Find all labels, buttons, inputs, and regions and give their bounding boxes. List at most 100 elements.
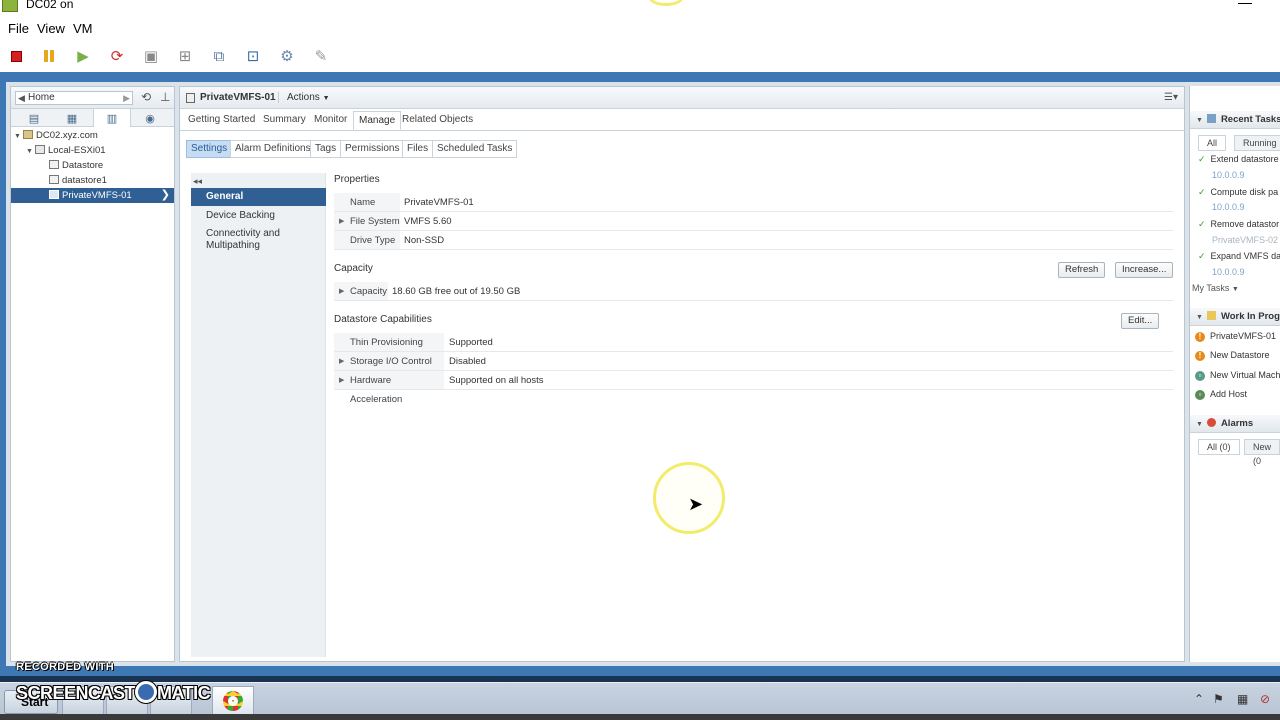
show-hidden-icons[interactable]: ⌃	[1194, 692, 1204, 706]
settings-icon[interactable]: ⚙	[277, 46, 297, 66]
work-in-progress-header[interactable]: ▼ Work In Prog	[1190, 308, 1280, 326]
subtab-tags[interactable]: Tags	[310, 140, 342, 158]
tree-item-host[interactable]: ▼ Local-ESXi01	[11, 143, 174, 158]
settings-nav-connectivity[interactable]: Connectivity and Multipathing	[191, 228, 311, 252]
collapse-caret-icon[interactable]: ▼	[1196, 314, 1203, 321]
task-target-link[interactable]: 10.0.0.9	[1190, 168, 1280, 182]
networking-tab-icon[interactable]: ◉	[131, 109, 169, 127]
wip-item[interactable]: ▫ New Virtual Mach	[1190, 368, 1280, 382]
recent-tasks-header[interactable]: ▼ Recent Tasks	[1190, 111, 1280, 129]
revert-snapshot-icon[interactable]: ⊞	[175, 46, 195, 66]
tab-related-objects[interactable]: Related Objects	[402, 114, 473, 125]
alarms-header[interactable]: ▼ Alarms	[1190, 415, 1280, 433]
task-target-link[interactable]: 10.0.0.9	[1190, 200, 1280, 214]
task-item[interactable]: ✓ Remove datastor	[1190, 217, 1280, 231]
back-arrow-icon[interactable]: ◀	[18, 92, 25, 104]
refresh-button[interactable]: Refresh	[1058, 262, 1106, 278]
home-breadcrumb[interactable]: ◀ Home ▶	[15, 91, 133, 105]
menu-view[interactable]: View	[37, 21, 65, 36]
storage-tab-icon[interactable]: ▥	[93, 109, 131, 127]
collapse-caret-icon[interactable]: ▼	[1196, 421, 1203, 428]
pin-icon[interactable]: ⊥	[160, 90, 170, 104]
subtab-alarm-definitions[interactable]: Alarm Definitions	[230, 140, 316, 158]
property-value: VMFS 5.60	[404, 216, 452, 227]
tree-item-privatevmfs-01[interactable]: PrivateVMFS-01 ❯	[11, 188, 174, 203]
subtab-scheduled-tasks[interactable]: Scheduled Tasks	[432, 140, 518, 158]
settings-nav-device-backing[interactable]: Device Backing	[191, 210, 326, 222]
recording-watermark-line1: RECORDED WITH	[16, 661, 115, 673]
subtab-files[interactable]: Files	[402, 140, 434, 158]
wip-item[interactable]: ! PrivateVMFS-01	[1190, 329, 1280, 343]
collapse-caret-icon[interactable]: ▼	[26, 144, 35, 159]
panel-menu-icon[interactable]: ☰▾	[1164, 92, 1178, 103]
task-item[interactable]: ✓ Extend datastore	[1190, 152, 1280, 166]
check-icon: ✓	[1198, 251, 1206, 261]
capabilities-title: Datastore Capabilities	[334, 314, 432, 325]
stop-icon[interactable]	[6, 46, 26, 66]
alarms-tab-all[interactable]: All (0)	[1198, 439, 1240, 455]
history-icon[interactable]: ⟲	[141, 90, 151, 104]
task-target-link[interactable]: 10.0.0.9	[1190, 265, 1280, 279]
tasks-tab-running[interactable]: Running	[1234, 135, 1280, 151]
tree-item-datacenter[interactable]: ▼ DC02.xyz.com	[11, 128, 174, 143]
edit-capabilities-button[interactable]: Edit...	[1121, 313, 1160, 329]
property-label-text: Capacity	[350, 286, 387, 297]
network-icon[interactable]: ▦	[1237, 692, 1248, 706]
expand-caret-icon[interactable]: ▶	[339, 352, 348, 371]
check-icon: ✓	[1198, 219, 1206, 229]
tab-summary[interactable]: Summary	[263, 114, 306, 125]
vms-templates-tab-icon[interactable]: ▦	[53, 109, 91, 127]
task-item[interactable]: ✓ Expand VMFS da	[1190, 249, 1280, 263]
property-value: Supported	[449, 337, 493, 348]
increase-button[interactable]: Increase...	[1115, 262, 1174, 278]
capacity-value: 18.60 GB free out of 19.50 GB	[392, 286, 521, 297]
manage-snapshots-icon[interactable]: ⧉	[209, 46, 229, 66]
subtab-permissions[interactable]: Permissions	[340, 140, 405, 158]
wip-item[interactable]: ! New Datastore	[1190, 348, 1280, 362]
my-tasks-dropdown[interactable]: My Tasks ▼	[1190, 281, 1280, 295]
subtab-settings[interactable]: Settings	[186, 140, 233, 158]
object-tabs: Getting Started Summary Monitor Manage R…	[180, 109, 1184, 131]
expand-caret-icon[interactable]: ▶	[339, 371, 348, 390]
minimize-button[interactable]	[1238, 0, 1252, 4]
forward-arrow-icon[interactable]: ▶	[123, 92, 130, 104]
tree-item-datastore1[interactable]: datastore1	[11, 173, 174, 188]
expand-caret-icon[interactable]: ▶	[339, 282, 348, 301]
collapse-caret-icon[interactable]: ▼	[1196, 117, 1203, 124]
property-row-drive-type: Drive Type Non-SSD	[334, 231, 1173, 250]
tasks-tab-all[interactable]: All	[1198, 135, 1227, 151]
taskbar-chrome-icon[interactable]	[212, 686, 254, 716]
datastore-icon	[49, 190, 59, 199]
hosts-clusters-tab-icon[interactable]: ▤	[15, 109, 53, 127]
menu-file[interactable]: File	[8, 21, 29, 36]
property-value: PrivateVMFS-01	[404, 197, 474, 208]
snapshot-icon[interactable]: ▣	[141, 46, 161, 66]
tab-getting-started[interactable]: Getting Started	[188, 114, 255, 125]
collapse-caret-icon[interactable]: ▼	[14, 129, 23, 144]
task-item[interactable]: ✓ Compute disk pa	[1190, 185, 1280, 199]
tab-monitor[interactable]: Monitor	[314, 114, 347, 125]
wip-item[interactable]: ▫ Add Host	[1190, 387, 1280, 401]
pending-icon: !	[1195, 351, 1205, 361]
pause-icon[interactable]	[39, 46, 59, 66]
capability-row-storage-io[interactable]: ▶ Storage I/O Control Disabled	[334, 352, 1173, 371]
task-target-link[interactable]: PrivateVMFS-02	[1190, 233, 1280, 247]
play-icon[interactable]: ▶	[73, 46, 93, 66]
action-center-flag-icon[interactable]: ⚑	[1213, 692, 1224, 706]
settings-nav-general[interactable]: General	[191, 188, 326, 206]
expand-caret-icon[interactable]: ▶	[339, 212, 348, 231]
edit-icon[interactable]: ✎	[311, 46, 331, 66]
capacity-row[interactable]: ▶ Capacity 18.60 GB free out of 19.50 GB	[334, 282, 1173, 301]
bottom-strip	[0, 714, 1280, 720]
actions-menu[interactable]: Actions ▼	[278, 92, 330, 103]
collapse-icon[interactable]: ◂◂	[193, 176, 202, 187]
reset-icon[interactable]: ⟳	[107, 46, 127, 66]
volume-muted-icon[interactable]: ⊘	[1260, 692, 1270, 706]
alarms-tab-new[interactable]: New (0	[1244, 439, 1280, 466]
tree-item-datastore[interactable]: Datastore	[11, 158, 174, 173]
capability-row-hardware-acceleration[interactable]: ▶ Hardware Acceleration Supported on all …	[334, 371, 1173, 405]
property-row-file-system[interactable]: ▶ File System VMFS 5.60	[334, 212, 1173, 231]
menu-vm[interactable]: VM	[73, 21, 93, 36]
console-icon[interactable]: ⊡	[243, 46, 263, 66]
tab-manage[interactable]: Manage	[353, 111, 402, 130]
